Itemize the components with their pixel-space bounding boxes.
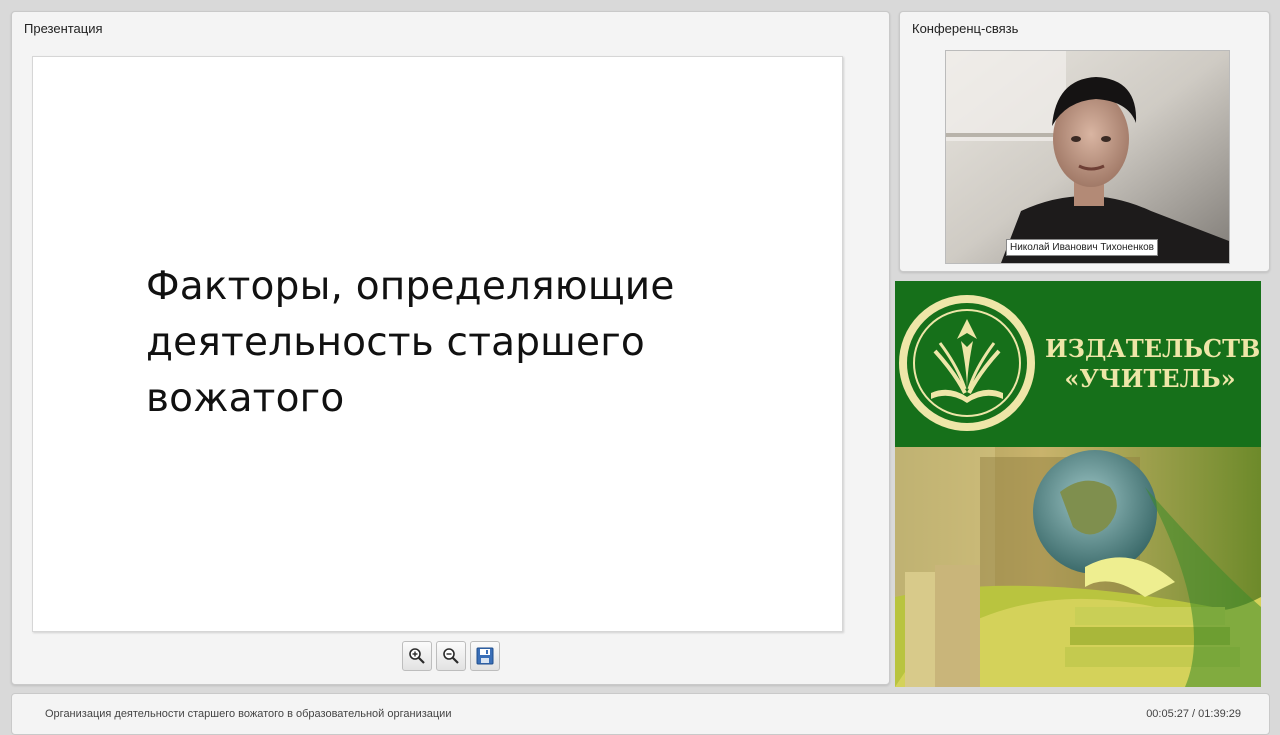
player-status-bar: Организация деятельности старшего вожато… xyxy=(11,693,1270,735)
speaker-name-label: Николай Иванович Тихоненков xyxy=(1006,239,1158,256)
zoom-in-icon xyxy=(409,648,425,664)
speaker-video-image xyxy=(946,51,1229,263)
zoom-out-icon xyxy=(443,648,459,664)
zoom-in-button[interactable] xyxy=(402,641,432,671)
presentation-panel: Презентация Факторы, определяющие деятел… xyxy=(11,11,890,685)
publisher-name-line2: «УЧИТЕЛЬ» xyxy=(1064,364,1236,393)
playback-time: 00:05:27 / 01:39:29 xyxy=(1146,708,1241,720)
slide-title: Факторы, определяющие деятельность старш… xyxy=(146,264,675,421)
publisher-banner: ИЗДАТЕЛЬСТВО «УЧИТЕЛЬ» xyxy=(895,281,1261,687)
books-globe-illustration xyxy=(895,447,1261,687)
course-title: Организация деятельности старшего вожато… xyxy=(45,708,452,720)
presentation-panel-title: Презентация xyxy=(24,21,103,36)
conference-panel-title: Конференц-связь xyxy=(912,21,1019,36)
conference-panel: Конференц-связь Николай Иванович Тихонен… xyxy=(899,11,1270,272)
publisher-logo-icon xyxy=(899,295,1035,431)
publisher-banner-header: ИЗДАТЕЛЬСТВО «УЧИТЕЛЬ» xyxy=(895,281,1261,447)
zoom-out-button[interactable] xyxy=(436,641,466,671)
presentation-slide: Факторы, определяющие деятельность старш… xyxy=(32,56,843,632)
speaker-video: Николай Иванович Тихоненков xyxy=(945,50,1230,264)
save-button[interactable] xyxy=(470,641,500,671)
publisher-name-line1: ИЗДАТЕЛЬСТВО xyxy=(1045,334,1261,363)
floppy-disk-icon xyxy=(476,647,494,665)
publisher-name: ИЗДАТЕЛЬСТВО «УЧИТЕЛЬ» xyxy=(1045,334,1261,394)
